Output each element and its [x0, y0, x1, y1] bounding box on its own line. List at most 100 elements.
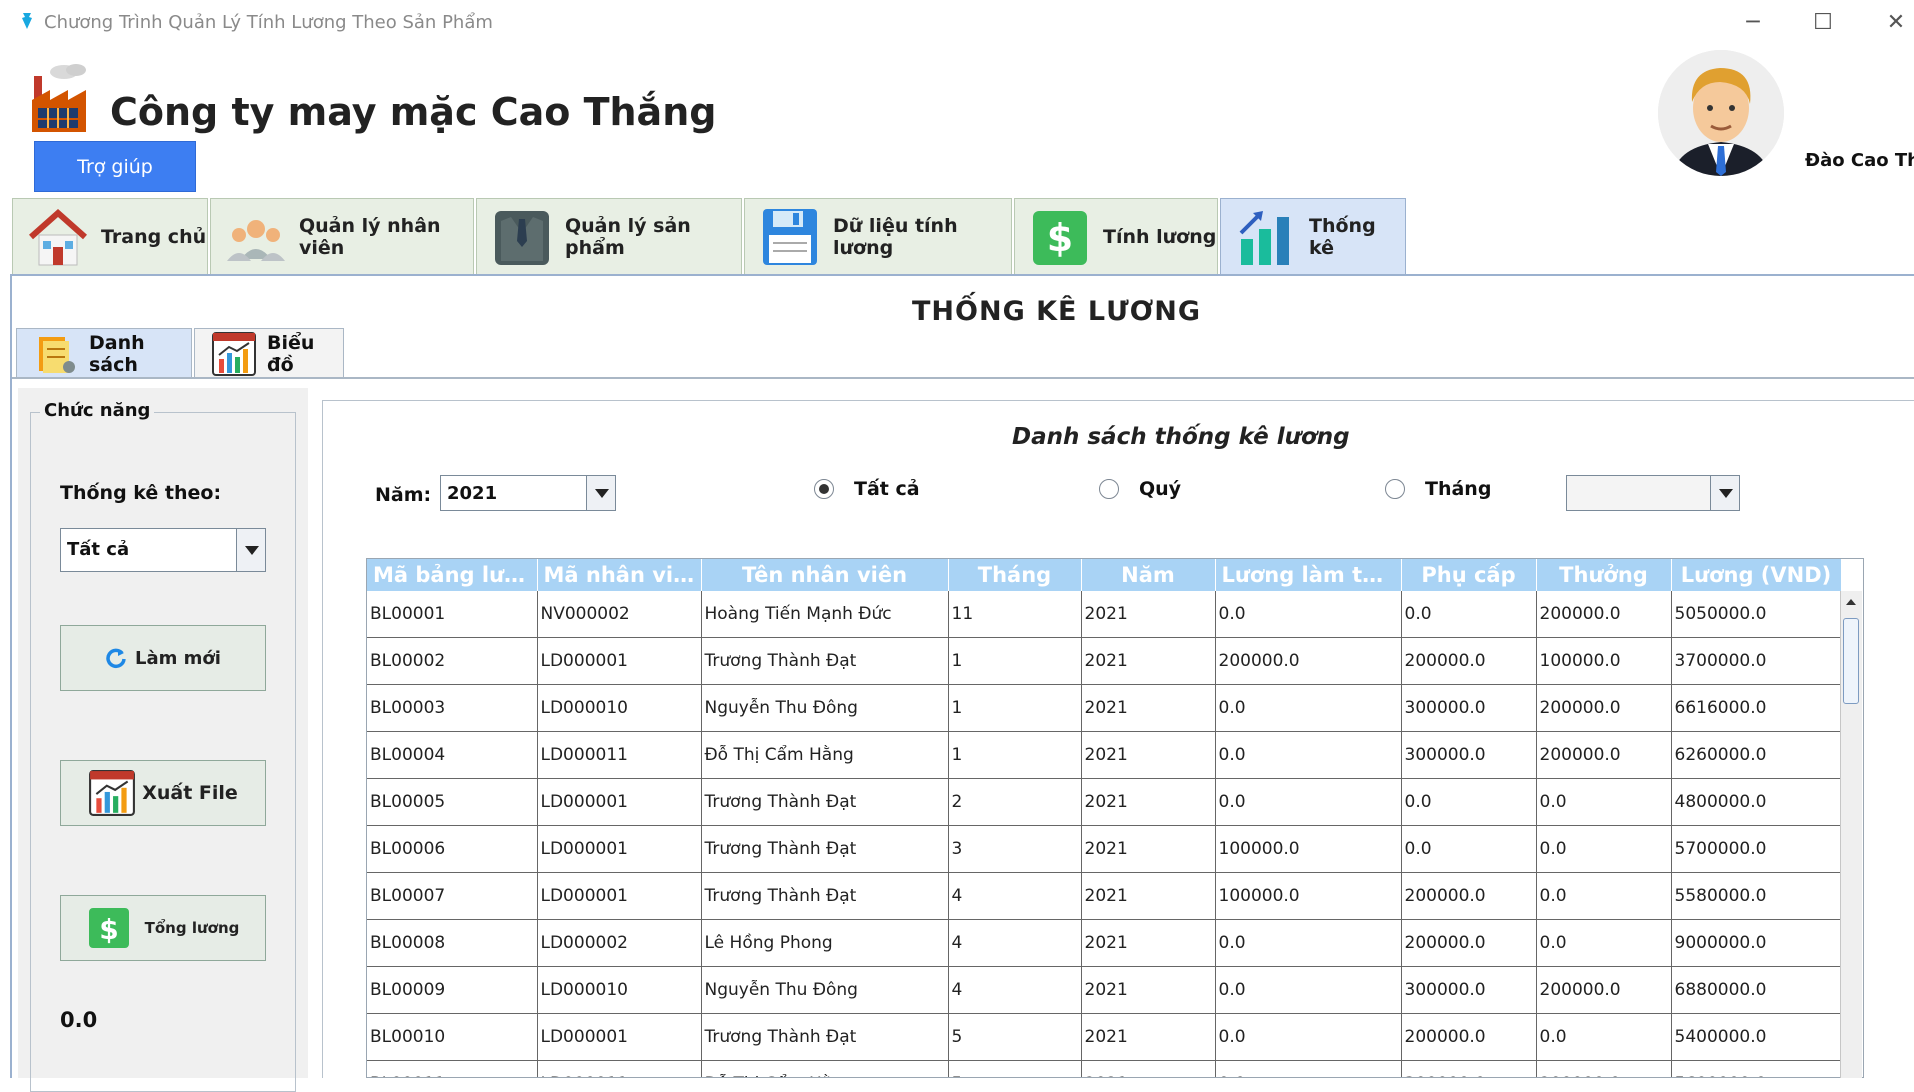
chevron-down-icon[interactable]	[236, 529, 265, 571]
chevron-down-icon[interactable]	[1710, 476, 1739, 510]
table-cell: 0.0	[1401, 778, 1537, 826]
tab-label: Thống kê	[1309, 214, 1376, 259]
table-row[interactable]: BL00009 LD000010 Nguyễn Thu Đông 4 2021 0.0 30…	[367, 966, 1842, 1014]
radio-month[interactable]: Tháng	[1385, 478, 1491, 500]
chevron-down-icon[interactable]	[586, 476, 615, 510]
floppy-disk-icon	[763, 208, 817, 265]
chart-report-icon	[89, 770, 136, 816]
svg-text:$: $	[99, 913, 118, 946]
maximize-button[interactable]: ☐	[1795, 6, 1851, 40]
column-header[interactable]: Mã bảng lươ...	[367, 559, 538, 591]
table-cell: 3700000.0	[1671, 637, 1842, 685]
scrollbar-thumb[interactable]	[1843, 618, 1859, 704]
radio-all[interactable]: Tất cả	[814, 478, 920, 500]
subtab-list[interactable]: Danh sách	[16, 328, 192, 378]
table-cell: 0.0	[1215, 919, 1402, 967]
column-header[interactable]: Tên nhân viên	[701, 559, 949, 591]
table-cell: 2021	[1081, 731, 1216, 779]
table-row[interactable]: BL00005 LD000001 Trương Thành Đạt 2 2021 0.0 0…	[367, 778, 1842, 826]
page-title: THỐNG KÊ LƯƠNG	[912, 296, 1201, 327]
table-cell: 4	[948, 872, 1082, 920]
table-cell: 2021	[1081, 778, 1216, 826]
year-dropdown[interactable]: 2021	[440, 475, 616, 511]
table-row[interactable]: BL00003 LD000010 Nguyễn Thu Đông 1 2021 0.0 30…	[367, 684, 1842, 732]
table-row[interactable]: BL00010 LD000001 Trương Thành Đạt 5 2021 0.0 2…	[367, 1013, 1842, 1061]
stat-by-dropdown[interactable]: Tất cả	[60, 528, 266, 572]
table-cell: 5	[948, 1060, 1082, 1077]
refresh-button[interactable]: Làm mới	[60, 625, 266, 691]
table-cell: 4	[948, 919, 1082, 967]
radio-month-label: Tháng	[1425, 478, 1492, 500]
table-cell: 0.0	[1401, 825, 1537, 873]
tab-label: Quản lý nhân viên	[299, 214, 441, 259]
column-header[interactable]: Lương làm thêm	[1215, 559, 1402, 591]
table-cell: 300000.0	[1401, 731, 1537, 779]
table-cell: 200000.0	[1215, 637, 1402, 685]
table-row[interactable]: BL00006 LD000001 Trương Thành Đạt 3 2021 1000…	[367, 825, 1842, 873]
table-cell: Đỗ Thị Cẩm Hằng	[701, 731, 949, 779]
tab-label: Trang chủ	[101, 225, 207, 248]
table-cell: LD000001	[537, 637, 702, 685]
table-cell: 9000000.0	[1671, 919, 1842, 967]
tab-statistics[interactable]: Thống kê	[1220, 198, 1406, 274]
table-row[interactable]: BL00011LD000011Đỗ Thị Cẩm Hằng520210.030…	[367, 1060, 1842, 1077]
table-row[interactable]: BL00007 LD000001 Trương Thành Đạt 4 2021 1000…	[367, 872, 1842, 920]
radio-indicator	[1099, 479, 1119, 499]
column-header[interactable]: Năm	[1081, 559, 1216, 591]
table-cell: BL00004	[367, 731, 538, 779]
table-cell: 4800000.0	[1671, 778, 1842, 826]
table-cell: Hoàng Tiến Mạnh Đức	[701, 591, 949, 638]
table-cell: Trương Thành Đạt	[701, 1013, 949, 1061]
tab-employee-management[interactable]: Quản lý nhân viên	[210, 198, 474, 274]
table-cell: BL00001	[367, 591, 538, 638]
minimize-button[interactable]: ─	[1725, 6, 1781, 40]
tab-home[interactable]: Trang chủ	[12, 198, 208, 274]
company-name: Công ty may mặc Cao Thắng	[110, 90, 717, 134]
list-title: Danh sách thống kê lương	[1012, 424, 1350, 450]
column-header[interactable]: Lương (VND)	[1671, 559, 1842, 591]
table-row[interactable]: BL00001 NV000002 Hoàng Tiến Mạnh Đức 11 2021…	[367, 591, 1842, 638]
radio-quarter-label: Quý	[1139, 478, 1182, 500]
tab-calculate-salary[interactable]: $ Tính lương	[1014, 198, 1218, 274]
table-cell: LD000001	[537, 825, 702, 873]
table-cell: Đỗ Thị Cẩm Hằng	[701, 1060, 949, 1077]
help-button[interactable]: Trợ giúp	[34, 141, 196, 192]
total-salary-button[interactable]: $ Tổng lương	[60, 895, 266, 961]
dollar-icon: $	[88, 908, 129, 948]
total-value: 0.0	[60, 1008, 98, 1032]
column-header[interactable]: Phụ cấp	[1401, 559, 1537, 591]
table-row[interactable]: BL00008 LD000002 Lê Hồng Phong 4 2021 0.0 2000…	[367, 919, 1842, 967]
table-cell: Trương Thành Đạt	[701, 872, 949, 920]
table-row[interactable]: BL00002 LD000001 Trương Thành Đạt 1 2021 2000…	[367, 637, 1842, 685]
table-cell: 6880000.0	[1671, 966, 1842, 1014]
month-dropdown[interactable]	[1566, 475, 1740, 511]
close-button[interactable]: ✕	[1868, 6, 1914, 40]
table-cell: 2021	[1081, 684, 1216, 732]
house-icon	[29, 208, 87, 265]
app-icon	[22, 13, 32, 29]
table-cell: 1	[948, 684, 1082, 732]
table-cell: 5050000.0	[1671, 591, 1842, 638]
column-header[interactable]: Thưởng	[1536, 559, 1672, 591]
table-cell: BL00005	[367, 778, 538, 826]
tab-product-management[interactable]: Quản lý sản phẩm	[476, 198, 742, 274]
table-row[interactable]: BL00004 LD000011 Đỗ Thị Cẩm Hằng 1 2021 0.0 30…	[367, 731, 1842, 779]
table-cell: 5400000.0	[1671, 1013, 1842, 1061]
bar-chart-icon	[1239, 210, 1289, 265]
table-cell: 6260000.0	[1671, 731, 1842, 779]
refresh-icon	[106, 648, 126, 669]
table-cell: 0.0	[1215, 778, 1402, 826]
scroll-up-arrow-icon[interactable]	[1840, 591, 1862, 613]
user-avatar[interactable]	[1658, 50, 1784, 176]
subtab-chart[interactable]: Biểu đồ	[194, 328, 344, 378]
suit-icon	[495, 210, 549, 265]
table-cell: 1	[948, 731, 1082, 779]
tab-salary-data[interactable]: Dữ liệu tính lương	[744, 198, 1012, 274]
radio-quarter[interactable]: Quý	[1099, 478, 1181, 500]
column-header[interactable]: Tháng	[948, 559, 1082, 591]
table-cell: 2021	[1081, 1013, 1216, 1061]
table-cell: 5580000.0	[1671, 872, 1842, 920]
people-icon	[227, 219, 285, 261]
export-file-button[interactable]: Xuất File	[60, 760, 266, 826]
column-header[interactable]: Mã nhân viên	[537, 559, 702, 591]
